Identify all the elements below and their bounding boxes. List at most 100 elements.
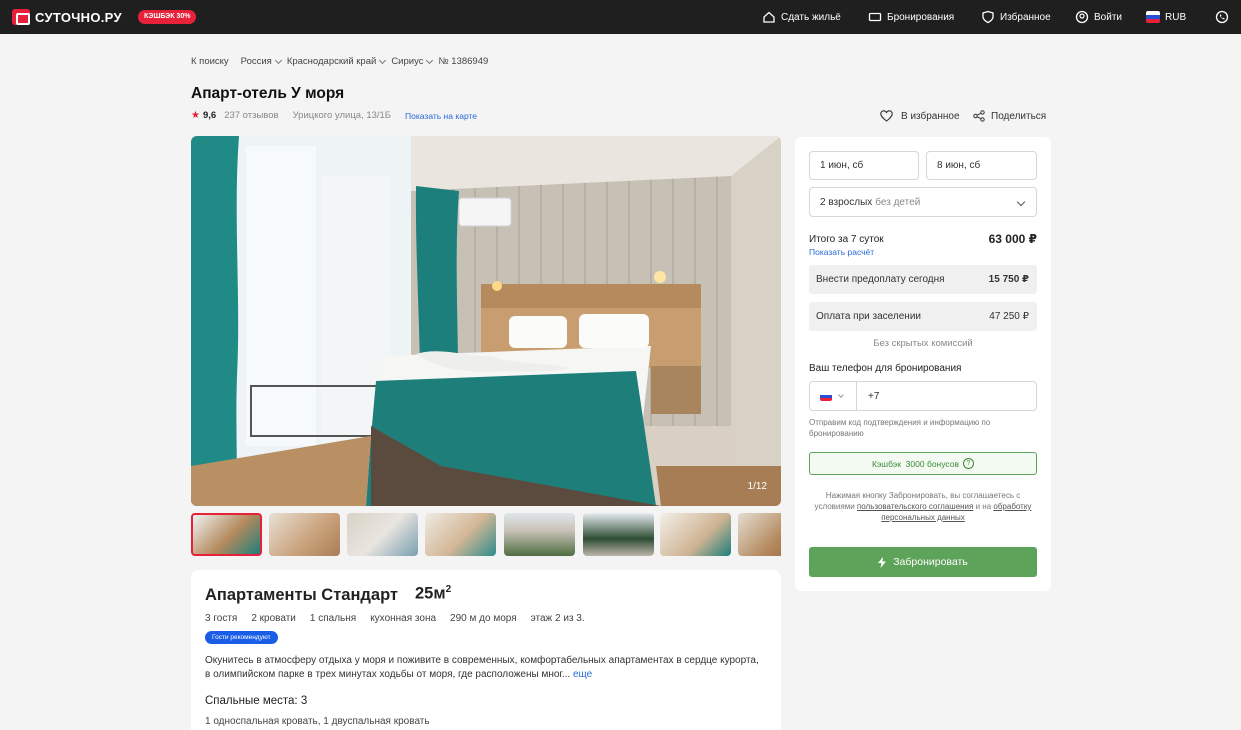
breadcrumb: К поиску Россия Краснодарский край Сириу… [191,56,500,67]
chevron-down-icon [1016,197,1026,207]
thumbnail-strip [191,513,781,556]
feature-sea-distance: 290 м до моря [450,613,517,624]
book-button-label: Забронировать [893,556,968,568]
no-hidden-fees-note: Без скрытых комиссий [873,338,973,349]
feature-beds: 2 кровати [251,613,296,624]
breadcrumb-region[interactable]: Краснодарский край [287,56,387,67]
show-on-map-link[interactable]: Показать на карте [405,111,477,121]
checkin-payment-row: Оплата при заселении 47 250 ₽ [809,302,1037,331]
guests-value: 2 взрослых [820,196,873,208]
address: Урицкого улица, 13/1Б [292,110,392,121]
chevron-down-icon [274,56,282,64]
phone-icon [1215,10,1229,24]
thumbnail[interactable] [269,513,340,556]
house-icon [762,10,776,24]
star-icon: ★ [191,110,200,121]
nav-favorites[interactable]: Избранное [981,9,1051,25]
show-calculation-link[interactable]: Показать расчёт [809,247,874,257]
thumbnail[interactable] [504,513,575,556]
agreement-note: Нажимая кнопку Забронировать, вы соглаша… [809,490,1037,523]
apartment-name: Апартаменты Стандарт [205,586,399,604]
nav-rent-out[interactable]: Сдать жильё [762,9,841,25]
total-price: 63 000 ₽ [988,232,1037,246]
thumbnail[interactable] [347,513,418,556]
feature-kitchen: кухонная зона [370,613,437,624]
share-label: Поделиться [991,110,1047,122]
checkout-date-field[interactable]: 8 июн, сб [926,151,1037,180]
lightning-icon [878,556,887,568]
beds-detail: 1 односпальная кровать, 1 двуспальная кр… [205,716,430,727]
help-icon[interactable]: ? [962,458,974,469]
currency-label: RUB [1165,11,1187,23]
user-agreement-link[interactable]: пользовательского соглашения [857,502,973,511]
phone-label: Ваш телефон для бронирования [809,363,962,374]
beds-heading: Спальные места: 3 [205,695,308,707]
read-more-link[interactable]: еще [573,669,592,680]
thumbnail[interactable] [191,513,262,556]
checkin-payment-label: Оплата при заселении [816,311,921,322]
description-text: Окунитесь в атмосферу отдыха у моря и по… [205,655,759,680]
add-to-favorites-button[interactable]: В избранное [880,110,960,122]
feature-guests: 3 гостя [205,613,238,624]
thumbnail[interactable] [738,513,781,556]
thumbnail[interactable] [425,513,496,556]
logo-text: СУТОЧНО.РУ [35,9,122,25]
total-label: Итого за 7 суток [809,234,884,245]
nav-login[interactable]: Войти [1075,9,1122,25]
chevron-down-icon [426,56,434,64]
currency-selector[interactable]: RUB [1146,9,1186,25]
chevron-down-icon [838,392,844,398]
breadcrumb-city[interactable]: Сириус [391,56,434,67]
booking-widget: 1 июн, сб 8 июн, сб 2 взрослых без детей… [795,137,1051,591]
cashback-info[interactable]: Кэшбэк 3000 бонусов ? [809,452,1037,475]
favorites-label: В избранное [901,110,960,122]
chevron-down-icon [379,56,387,64]
apartment-info-card: Апартаменты Стандарт 25м2 3 гостя 2 кров… [191,570,781,730]
apartment-area: 25м2 [415,584,452,603]
flag-ru-icon [820,391,832,401]
breadcrumb-listing-number: № 1386949 [438,56,489,67]
heart-icon [880,110,893,122]
site-logo[interactable]: СУТОЧНО.РУ [12,8,122,26]
nav-favorites-label: Избранное [1000,11,1051,23]
guests-selector[interactable]: 2 взрослых без детей [809,187,1037,217]
cashback-badge[interactable]: КЭШБЭК 30% [138,10,197,24]
cashback-text: Кэшбэк 3000 бонусов [872,458,959,469]
feature-bedrooms: 1 спальня [309,613,357,624]
breadcrumb-back[interactable]: К поиску [191,56,229,67]
nav-rent-out-label: Сдать жильё [781,11,841,23]
nav-bookings-label: Бронирования [887,11,955,23]
share-button[interactable]: Поделиться [973,110,1046,122]
support-button[interactable] [1215,9,1234,25]
hotel-room-image [191,136,781,506]
shield-heart-icon [981,10,995,24]
share-icon [973,110,985,122]
prepayment-value: 15 750 ₽ [988,274,1029,285]
country-code-selector[interactable] [810,382,857,410]
breadcrumb-country[interactable]: Россия [241,56,282,67]
thumbnail[interactable] [583,513,654,556]
photo-counter: 1/12 [747,481,767,492]
thumbnail[interactable] [660,513,731,556]
book-button[interactable]: Забронировать [809,547,1037,577]
ticket-icon [868,10,882,24]
guests-suffix: без детей [875,196,921,208]
checkin-date-field[interactable]: 1 июн, сб [809,151,919,180]
page-title: Апарт-отель У моря [191,85,345,102]
reviews-link[interactable]: 237 отзывов [224,110,278,121]
rating-value: 9,6 [202,110,217,121]
phone-input[interactable]: +7 [868,391,879,402]
flag-ru-icon [1146,10,1160,24]
top-header: СУТОЧНО.РУ КЭШБЭК 30% Сдать жильё Бронир… [0,0,1241,34]
checkin-payment-value: 47 250 ₽ [989,311,1029,322]
nav-bookings[interactable]: Бронирования [868,9,954,25]
phone-field[interactable]: +7 [809,381,1037,411]
nav-login-label: Войти [1094,11,1122,23]
apartment-features: 3 гостя 2 кровати 1 спальня кухонная зон… [205,613,599,624]
main-photo[interactable]: 1/12 [191,136,781,506]
agreement-mid-text: и на [975,502,992,511]
guests-recommend-badge: Гости рекомендуют [205,631,278,644]
prepayment-label: Внести предоплату сегодня [816,274,945,285]
listing-meta: ★ 9,6 237 отзывов Урицкого улица, 13/1Б … [191,110,477,121]
logo-icon [12,9,30,25]
